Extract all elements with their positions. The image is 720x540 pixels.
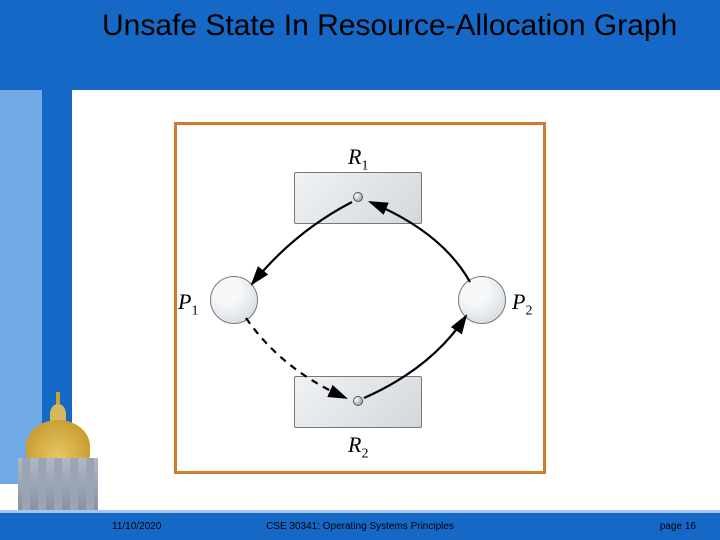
page-title: Unsafe State In Resource-Allocation Grap… bbox=[102, 8, 677, 44]
dome-logo bbox=[0, 382, 122, 510]
footer-course: CSE 30341: Operating Systems Principles bbox=[0, 521, 720, 532]
title-underline bbox=[102, 78, 600, 81]
diagram-edges bbox=[174, 122, 546, 474]
footer-page: page 16 bbox=[660, 521, 696, 532]
